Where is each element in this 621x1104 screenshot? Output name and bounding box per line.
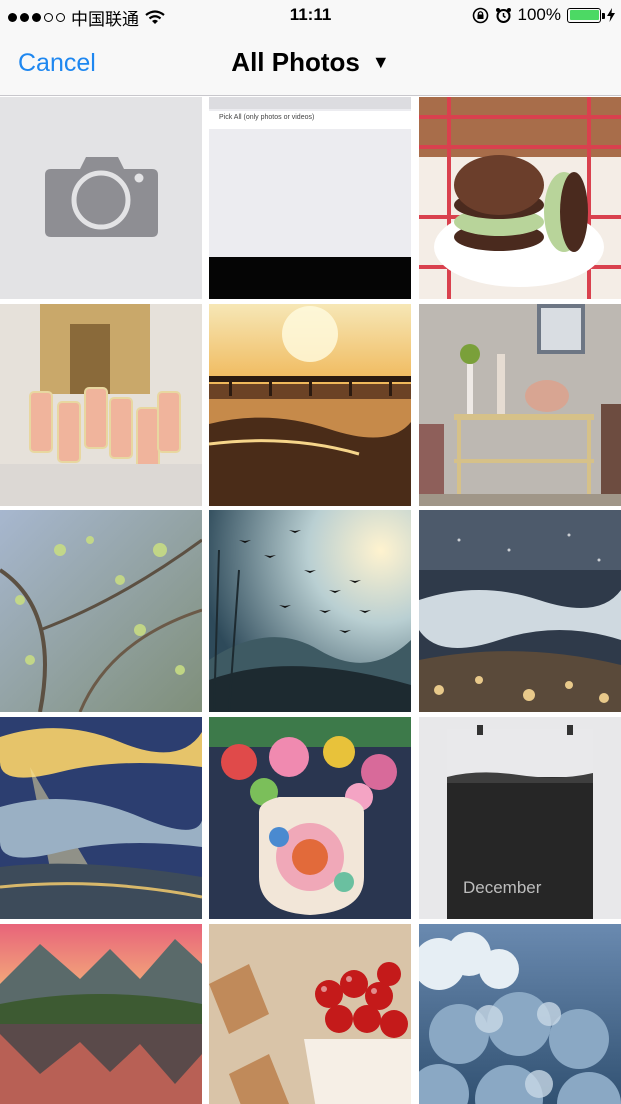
wifi-icon <box>145 10 165 24</box>
status-bar-left: 中国联通 <box>8 5 165 30</box>
photo-sparkling-water[interactable] <box>419 510 621 712</box>
pick-all-tile[interactable]: Pick All (only photos or videos) <box>209 97 411 299</box>
charging-bolt-icon <box>607 8 615 22</box>
photo-blue-clouds-image <box>419 924 621 1104</box>
photo-cherries-bowl-image <box>209 924 411 1104</box>
photo-sky-rays-clouds[interactable] <box>0 717 202 919</box>
pick-all-footer <box>209 257 411 299</box>
photo-champagne-glasses[interactable] <box>0 304 202 506</box>
photo-champagne-glasses-image <box>0 304 202 506</box>
photo-ice-cream-sandwich-image <box>419 97 621 299</box>
photo-blue-clouds[interactable] <box>419 924 621 1104</box>
carrier-name: 中国联通 <box>71 10 139 29</box>
dropdown-caret-icon: ▼ <box>371 52 390 72</box>
signal-dot <box>20 13 29 22</box>
nav-bar: Cancel All Photos ▼ <box>0 32 621 96</box>
photo-ice-cream-sandwich[interactable] <box>419 97 621 299</box>
photo-pier-sunset-image <box>209 304 411 506</box>
status-bar: 中国联通 11:11 100% <box>0 0 621 32</box>
photo-floral-vase[interactable] <box>209 717 411 919</box>
alarm-icon <box>495 7 511 23</box>
poster-text: December <box>463 878 542 897</box>
signal-dots <box>8 13 65 22</box>
pick-all-header <box>209 97 411 109</box>
photo-december-poster-image: December <box>419 717 621 919</box>
nav-title: All Photos <box>231 47 360 77</box>
photo-december-poster[interactable]: December <box>419 717 621 919</box>
photo-spring-branches[interactable] <box>0 510 202 712</box>
photo-grid: Pick All (only photos or videos) Decembe… <box>0 97 621 1104</box>
battery-icon <box>567 7 605 23</box>
photo-sky-rays-clouds-image <box>0 717 202 919</box>
rotation-lock-icon <box>472 7 488 23</box>
signal-dot <box>32 13 41 22</box>
battery-fill <box>569 10 599 20</box>
battery-cap <box>602 12 605 19</box>
camera-icon <box>45 157 158 237</box>
photo-spring-branches-image <box>0 510 202 712</box>
signal-dot <box>8 13 17 22</box>
album-selector[interactable]: All Photos ▼ <box>0 47 621 78</box>
photo-birds-sunrise-image <box>209 510 411 712</box>
status-bar-right: 100% <box>472 5 615 25</box>
photo-birds-sunrise[interactable] <box>209 510 411 712</box>
signal-dot-empty <box>44 13 53 22</box>
photo-living-room-shelf-image <box>419 304 621 506</box>
photo-living-room-shelf[interactable] <box>419 304 621 506</box>
pick-all-label: Pick All (only photos or videos) <box>219 114 315 121</box>
photo-pier-sunset[interactable] <box>209 304 411 506</box>
photo-mountain-lake-image <box>0 924 202 1104</box>
signal-dot-empty <box>56 13 65 22</box>
battery-percent: 100% <box>517 5 561 24</box>
pick-all-bar: Pick All (only photos or videos) <box>209 111 411 129</box>
photo-mountain-lake[interactable] <box>0 924 202 1104</box>
photo-cherries-bowl[interactable] <box>209 924 411 1104</box>
camera-tile[interactable] <box>0 97 202 299</box>
photo-floral-vase-image <box>209 717 411 919</box>
photo-sparkling-water-image <box>419 510 621 712</box>
